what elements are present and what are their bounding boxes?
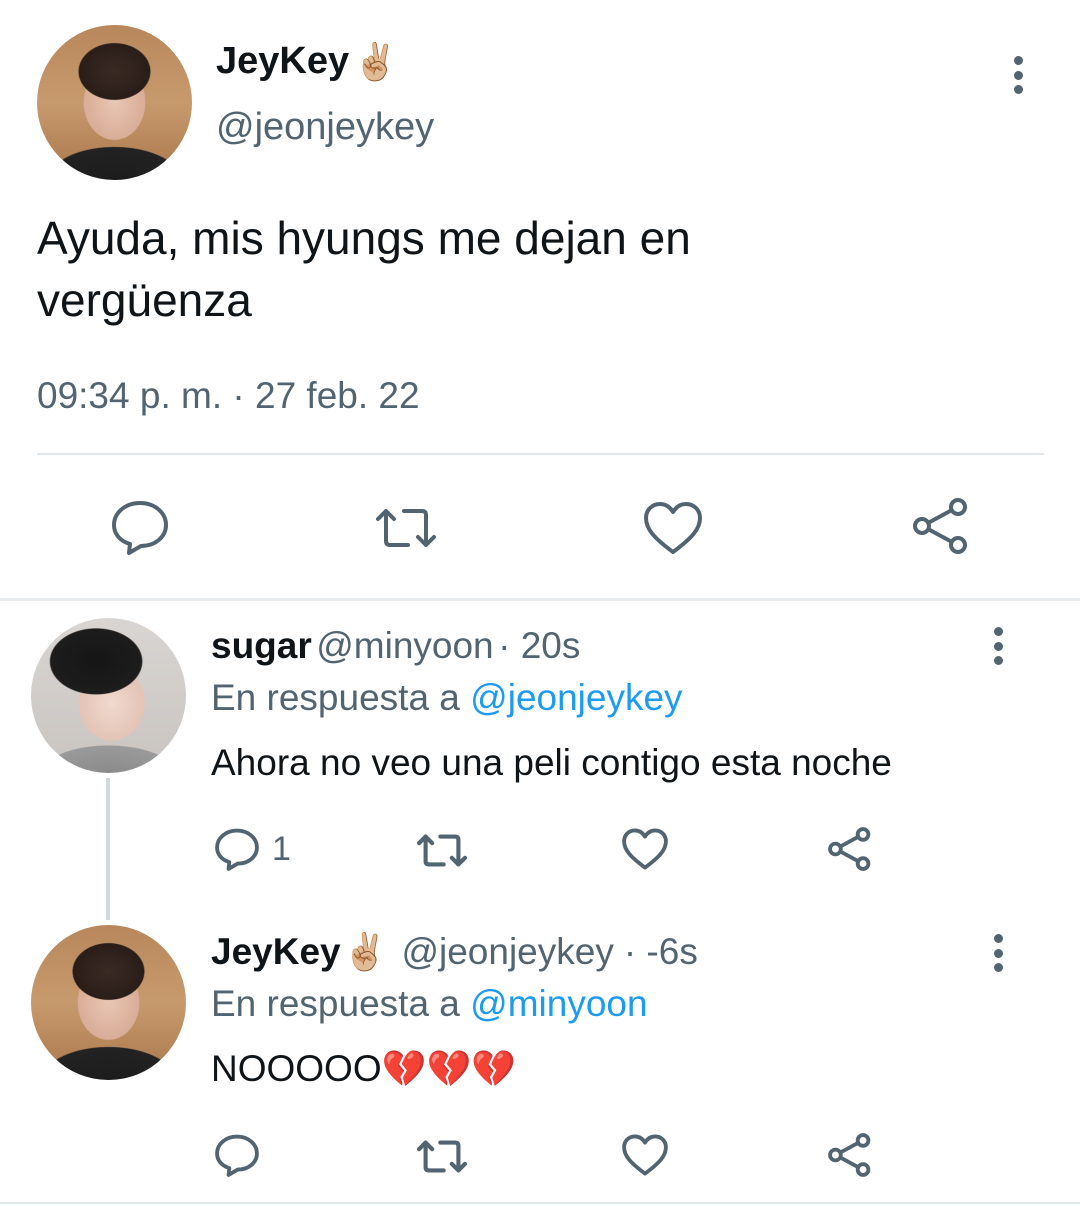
- reply1-more-options-icon[interactable]: [992, 627, 1004, 665]
- reply1-reply-count: 1: [272, 830, 291, 868]
- reply2-time[interactable]: · -6s: [624, 931, 698, 973]
- reply1-text: Ahora no veo una peli contigo esta noche: [211, 742, 892, 783]
- main-author-emoji: ✌🏼: [353, 40, 398, 82]
- reply2-text: NOOOOO💔💔💔: [211, 1048, 516, 1090]
- reply1-author-avatar[interactable]: [31, 618, 186, 773]
- reply1-retweet-icon[interactable]: [414, 830, 470, 871]
- main-divider: [37, 453, 1044, 455]
- reply2-author-name[interactable]: JeyKey: [211, 931, 341, 973]
- main-author-avatar[interactable]: [37, 25, 192, 180]
- reply1-time[interactable]: · 20s: [498, 625, 580, 666]
- main-author-row: JeyKey ✌🏼: [216, 40, 398, 83]
- thread-line: [106, 778, 110, 920]
- reply2-author-handle[interactable]: @jeonjeykey: [401, 931, 613, 973]
- main-tweet-timestamp[interactable]: 09:34 p. m. · 27 feb. 22: [37, 375, 420, 417]
- share-icon[interactable]: [910, 496, 972, 556]
- reply2-text-body: NOOOOO: [211, 1048, 382, 1089]
- reply2-broken-heart-emojis: 💔💔💔: [381, 1048, 517, 1089]
- reply2-retweet-icon[interactable]: [414, 1136, 470, 1177]
- main-tweet-text-line1: Ayuda, mis hyungs me dejan en: [37, 212, 691, 264]
- reply1-share-icon[interactable]: [826, 826, 874, 872]
- reply1-like-icon[interactable]: [621, 827, 669, 871]
- retweet-icon[interactable]: [372, 503, 440, 553]
- reply-icon[interactable]: [110, 499, 170, 555]
- reply1-author-handle[interactable]: @minyoon: [316, 625, 493, 666]
- reply2-header: JeyKey ✌🏼 @jeonjeykey · -6s: [211, 931, 698, 973]
- reply2-like-icon[interactable]: [621, 1133, 669, 1177]
- main-more-options-icon[interactable]: [1012, 56, 1024, 94]
- reply2-reply-icon[interactable]: [214, 1133, 260, 1177]
- main-tweet-text-line2: vergüenza: [37, 274, 252, 326]
- reply1-reply-icon[interactable]: [214, 827, 260, 871]
- section-divider: [0, 598, 1080, 601]
- main-author-name[interactable]: JeyKey: [216, 40, 349, 83]
- reply2-author-avatar[interactable]: [31, 925, 186, 1080]
- main-author-handle[interactable]: @jeonjeykey: [216, 106, 434, 149]
- reply2-reply-prefix: En respuesta a: [211, 983, 460, 1024]
- reply1-header: sugar @minyoon · 20s: [211, 625, 580, 667]
- reply1-reply-to-link[interactable]: @jeonjeykey: [470, 677, 682, 718]
- main-tweet-text: Ayuda, mis hyungs me dejan en vergüenza: [37, 207, 1037, 331]
- reply2-share-icon[interactable]: [826, 1132, 874, 1178]
- bottom-divider: [0, 1202, 1080, 1204]
- reply2-more-options-icon[interactable]: [992, 934, 1004, 972]
- reply2-author-emoji: ✌🏼: [342, 931, 388, 972]
- reply1-reply-prefix: En respuesta a: [211, 677, 460, 718]
- reply2-replying-to: En respuesta a @minyoon: [211, 983, 648, 1025]
- like-icon[interactable]: [642, 500, 704, 556]
- reply1-author-name[interactable]: sugar: [211, 625, 312, 666]
- reply2-reply-to-link[interactable]: @minyoon: [470, 983, 647, 1024]
- reply1-replying-to: En respuesta a @jeonjeykey: [211, 677, 683, 719]
